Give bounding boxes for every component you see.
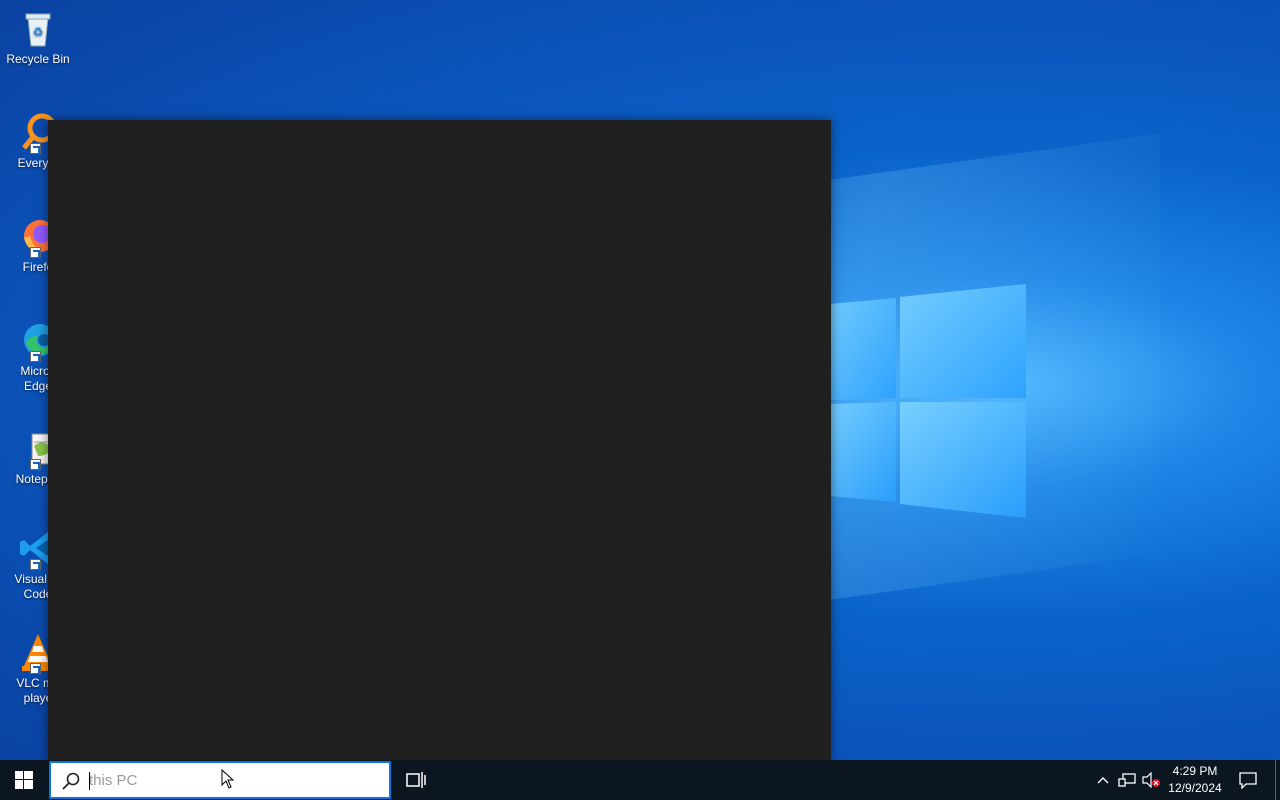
text-caret — [89, 772, 90, 790]
search-input[interactable]: this PC — [89, 772, 137, 789]
shortcut-arrow-icon — [30, 459, 41, 470]
shortcut-arrow-icon — [30, 559, 41, 570]
task-view-icon — [406, 772, 426, 788]
shortcut-arrow-icon — [30, 247, 41, 258]
shortcut-arrow-icon — [30, 663, 41, 674]
network-icon — [1118, 773, 1136, 787]
shortcut-arrow-icon — [30, 351, 41, 362]
windows-start-icon — [15, 771, 33, 789]
search-flyout-panel[interactable] — [48, 120, 831, 760]
task-view-button[interactable] — [404, 768, 428, 792]
mouse-cursor-icon — [221, 769, 235, 789]
chevron-up-icon — [1097, 777, 1109, 784]
taskbar-search-box[interactable]: this PC — [49, 761, 391, 799]
notification-icon — [1239, 772, 1257, 789]
svg-text:♻: ♻ — [33, 25, 44, 39]
volume-muted-icon — [1142, 772, 1160, 788]
taskbar: this PC 4:29 PM 12/9/2024 — [0, 760, 1280, 800]
recycle-bin-icon: ♻ — [18, 8, 58, 48]
clock-date: 12/9/2024 — [1168, 781, 1222, 795]
taskbar-clock[interactable]: 4:29 PM 12/9/2024 — [1162, 763, 1228, 797]
start-button[interactable] — [0, 760, 48, 800]
search-icon — [62, 772, 80, 790]
desktop-icon-label: Recycle Bin — [6, 52, 70, 66]
action-center-button[interactable] — [1234, 760, 1262, 800]
network-button[interactable] — [1116, 760, 1138, 800]
shortcut-arrow-icon — [30, 143, 41, 154]
volume-button[interactable] — [1140, 760, 1162, 800]
clock-time: 4:29 PM — [1172, 764, 1218, 778]
desktop-icon-recycle-bin[interactable]: ♻ Recycle Bin — [0, 0, 76, 67]
show-hidden-icons-button[interactable] — [1092, 760, 1114, 800]
show-desktop-divider[interactable] — [1275, 760, 1276, 800]
